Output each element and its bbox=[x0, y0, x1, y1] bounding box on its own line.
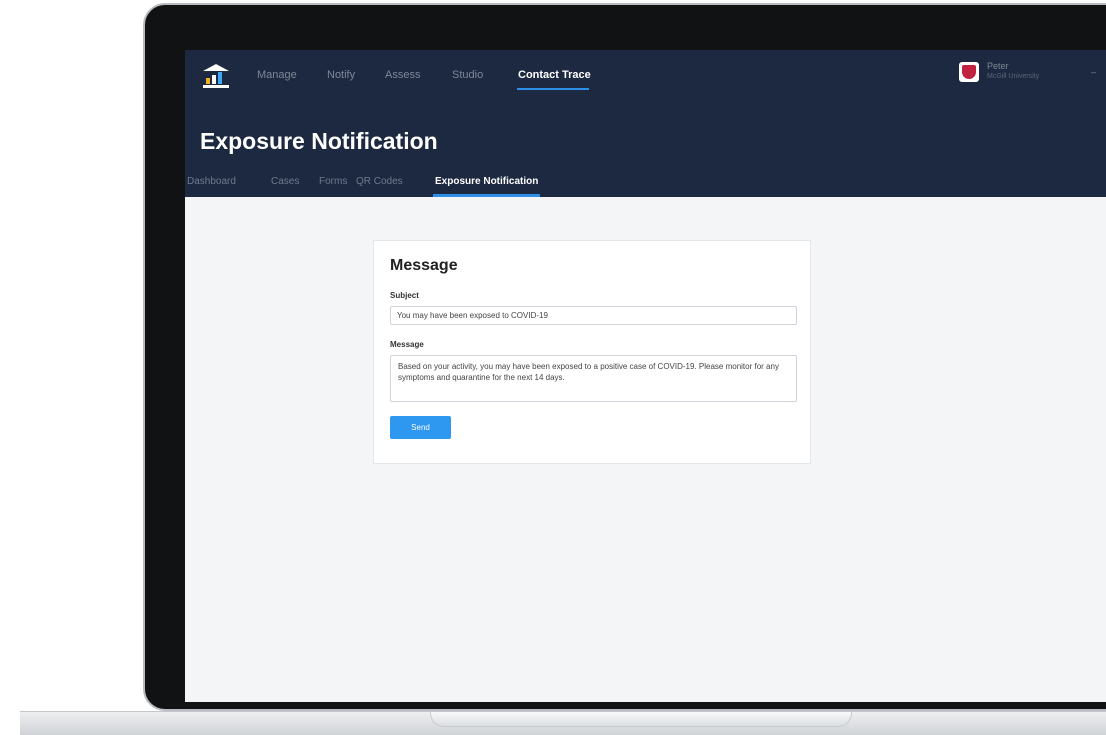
send-button[interactable]: Send bbox=[390, 416, 451, 439]
subject-label: Subject bbox=[390, 291, 419, 300]
card-title: Message bbox=[390, 257, 458, 274]
app-screen: Manage Notify Assess Studio Contact Trac… bbox=[185, 50, 1106, 702]
subnav-item-forms[interactable]: Forms bbox=[319, 176, 347, 187]
nav-item-assess[interactable]: Assess bbox=[385, 69, 420, 81]
nav-item-studio[interactable]: Studio bbox=[452, 69, 483, 81]
subnav-item-exposure-notification[interactable]: Exposure Notification bbox=[435, 176, 538, 187]
nav-item-contact-trace[interactable]: Contact Trace bbox=[518, 69, 591, 81]
user-org: McGill University bbox=[987, 73, 1040, 80]
subnav-item-cases[interactable]: Cases bbox=[271, 176, 299, 187]
top-bar: Manage Notify Assess Studio Contact Trac… bbox=[185, 50, 1106, 197]
nav-item-notify[interactable]: Notify bbox=[327, 69, 355, 81]
menu-caret-icon[interactable]: – bbox=[1091, 67, 1096, 77]
user-name[interactable]: Peter bbox=[987, 61, 1009, 71]
nav-active-indicator bbox=[517, 88, 589, 90]
nav-item-manage[interactable]: Manage bbox=[257, 69, 297, 81]
university-crest-icon[interactable] bbox=[959, 62, 979, 82]
message-card: Message Subject Message Based on your ac… bbox=[373, 240, 811, 464]
subject-input[interactable] bbox=[390, 306, 797, 325]
subnav-item-dashboard[interactable]: Dashboard bbox=[187, 176, 236, 187]
page-title: Exposure Notification bbox=[200, 128, 438, 154]
message-textarea[interactable]: Based on your activity, you may have bee… bbox=[390, 355, 797, 402]
laptop-base-notch bbox=[430, 712, 852, 727]
subnav-item-qr-codes[interactable]: QR Codes bbox=[356, 176, 403, 187]
message-label: Message bbox=[390, 340, 424, 349]
subnav-active-indicator bbox=[433, 194, 540, 197]
building-chart-icon[interactable] bbox=[203, 64, 229, 88]
